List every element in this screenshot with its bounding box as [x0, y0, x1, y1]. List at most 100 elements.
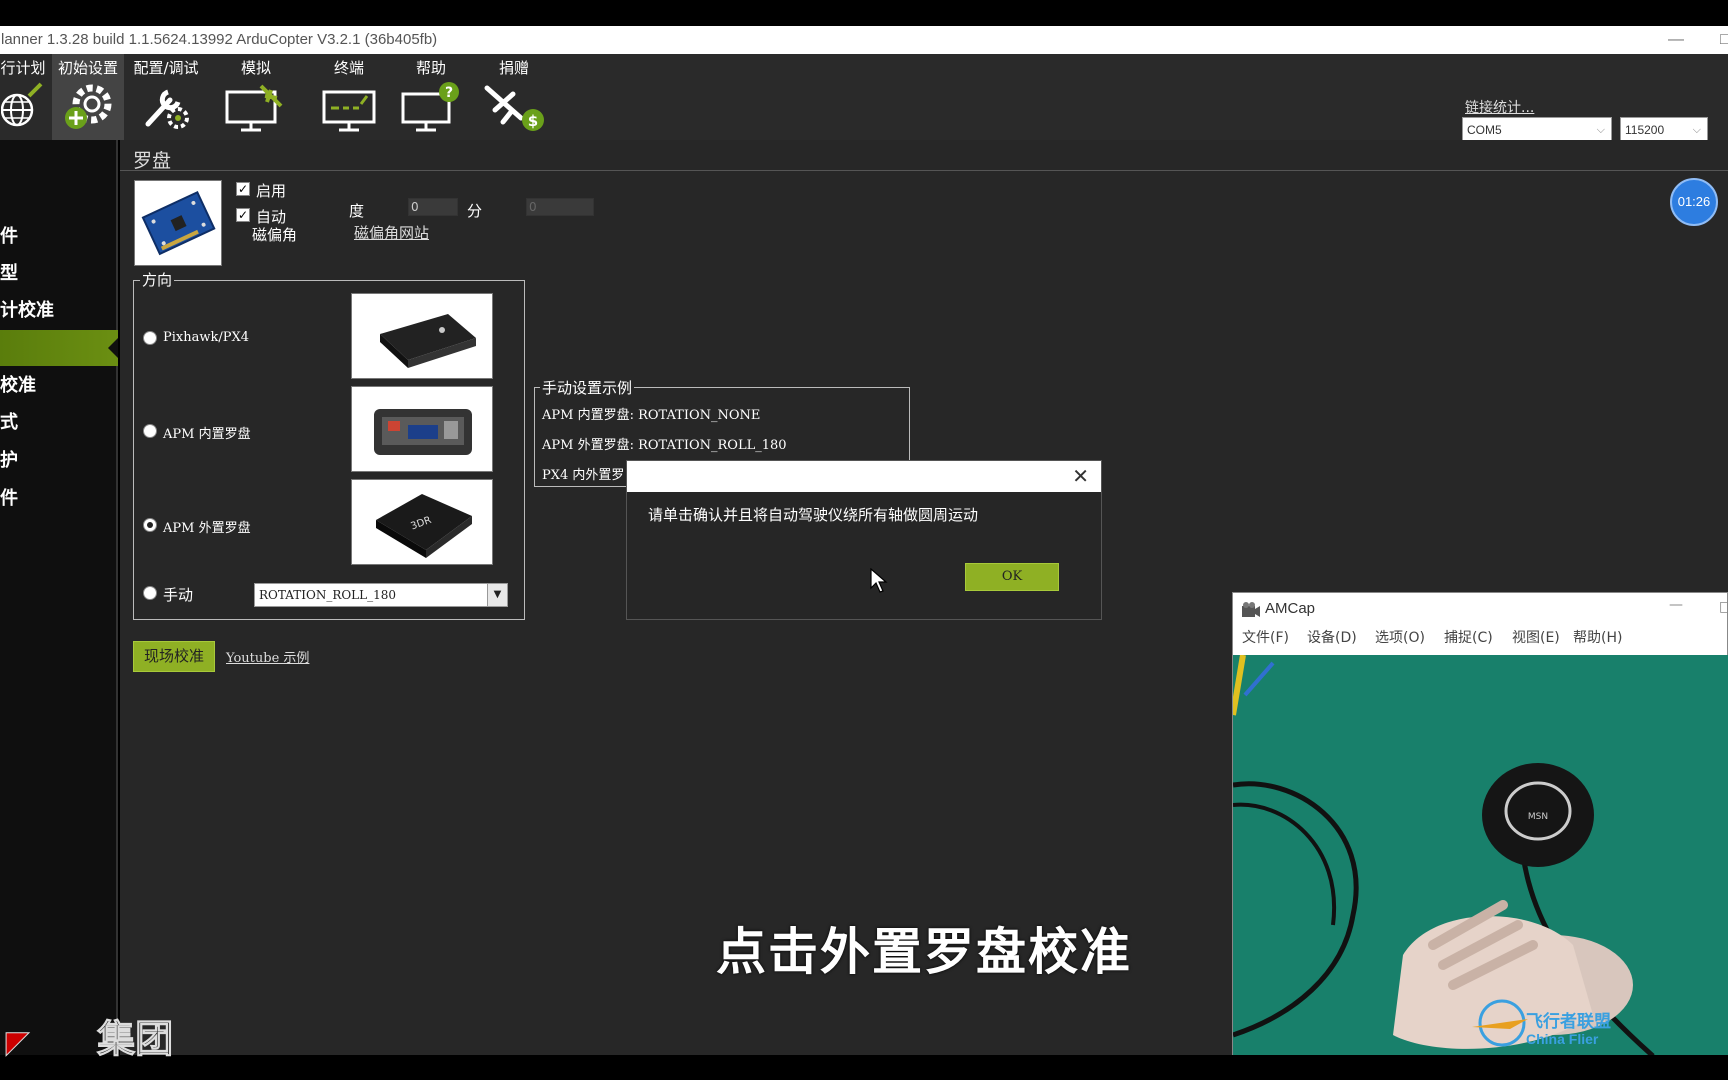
toolbar-simulation-label: 模拟 — [240, 59, 271, 77]
mouse-cursor-icon — [870, 568, 888, 593]
logo-text: 集团 — [97, 1017, 174, 1062]
window-title-bar: lanner 1.3.28 build 1.1.5624.13992 ArduC… — [0, 26, 1728, 54]
restore-button[interactable]: □ — [1720, 26, 1728, 54]
toolbar-donate[interactable]: 捐赠 $ — [478, 54, 550, 140]
dialog-title-bar: ✕ — [627, 461, 1101, 492]
orientation-apm-external-radio[interactable] — [143, 518, 157, 532]
pixhawk-image — [351, 293, 493, 379]
toolbar-flight-plan[interactable]: 行计划 — [0, 54, 46, 140]
com-port-select[interactable]: COM5 ⌵ — [1462, 117, 1612, 141]
orientation-pixhawk-radio[interactable] — [143, 331, 157, 345]
enable-label: 启用 — [256, 182, 287, 200]
config-tuning-wrench-icon — [145, 89, 189, 129]
close-icon[interactable]: ✕ — [1072, 464, 1089, 488]
minute-label: 分 — [467, 202, 483, 220]
page-title: 罗盘 — [133, 150, 172, 172]
toolbar-initial-setup[interactable]: 初始设置 — [52, 54, 124, 140]
gps-label: MSN — [1528, 812, 1548, 822]
video-subtitle: 点击外置罗盘校准 — [716, 923, 1132, 981]
recording-timer-badge: 01:26 — [1670, 178, 1718, 226]
link-stats-link[interactable]: 链接统计... — [1465, 97, 1534, 117]
amcap-menu-file[interactable]: 文件(F) — [1242, 627, 1289, 647]
amcap-menu-view[interactable]: 视图(E) — [1512, 627, 1560, 647]
orientation-apm-internal-label: APM 内置罗盘 — [163, 427, 251, 442]
toolbar-help[interactable]: 帮助 ? — [396, 54, 466, 140]
svg-text:?: ? — [445, 85, 453, 101]
youtube-example-link[interactable]: Youtube 示例 — [226, 647, 309, 666]
degree-input[interactable]: 0 — [408, 198, 458, 216]
apm-board-image — [351, 386, 493, 472]
amcap-maximize-button[interactable]: □ — [1719, 599, 1728, 615]
toolbar-config-tuning[interactable]: 配置/调试 — [128, 54, 204, 140]
enable-checkbox[interactable]: ✓ — [236, 182, 250, 196]
amcap-menu-options[interactable]: 选项(O) — [1375, 627, 1425, 647]
orientation-apm-internal-radio[interactable] — [143, 424, 157, 438]
amcap-window: AMCap — □ 文件(F) 设备(D) 选项(O) 捕捉(C) 视图(E) … — [1232, 592, 1728, 1056]
orientation-apm-external-label: APM 外置罗盘 — [163, 521, 251, 536]
camera-preview: MSN — [1233, 655, 1728, 1056]
auto-declination-checkbox[interactable]: ✓ — [236, 208, 250, 222]
ok-button[interactable]: OK — [965, 563, 1059, 591]
amcap-menu-bar: 文件(F) 设备(D) 选项(O) 捕捉(C) 视图(E) 帮助(H) — [1233, 625, 1727, 649]
degree-label: 度 — [349, 202, 365, 220]
window-title: lanner 1.3.28 build 1.1.5624.13992 ArduC… — [1, 31, 438, 48]
declination-label: 磁偏角 — [252, 226, 298, 244]
external-gps-image: 3DR — [351, 479, 493, 565]
amcap-title: AMCap — [1265, 600, 1316, 617]
sidebar-item-6[interactable]: 式 — [0, 408, 18, 434]
minimize-button[interactable]: — — [1668, 26, 1684, 54]
simulation-monitor-icon — [225, 84, 283, 132]
camera-frame-image: MSN — [1233, 655, 1728, 1056]
company-logo: ◤ 集团 — [5, 1008, 174, 1063]
terminal-monitor-icon — [322, 90, 376, 132]
toolbar-terminal[interactable]: 终端 — [312, 54, 386, 140]
toolbar-donate-label: 捐赠 — [498, 59, 529, 77]
sidebar-item-1[interactable]: 件 — [0, 222, 18, 248]
flight-plan-globe-icon — [1, 82, 43, 127]
manual-example-line-2: APM 外置罗盘: ROTATION_ROLL_180 — [542, 438, 787, 453]
sidebar-item-2[interactable]: 型 — [0, 259, 18, 285]
toolbar-terminal-label: 终端 — [333, 59, 364, 77]
sidebar-item-8[interactable]: 件 — [0, 484, 18, 510]
toolbar-help-label: 帮助 — [415, 59, 446, 77]
orientation-pixhawk-label: Pixhawk/PX4 — [163, 330, 250, 345]
declination-website-link[interactable]: 磁偏角网站 — [354, 222, 429, 243]
title-divider — [120, 170, 1728, 171]
com-port-value: COM5 — [1467, 123, 1502, 137]
amcap-menu-device[interactable]: 设备(D) — [1307, 627, 1357, 647]
toolbar-flight-plan-label: 行计划 — [0, 59, 46, 77]
sidebar-item-5[interactable]: 校准 — [0, 371, 36, 397]
baud-rate-select[interactable]: 115200 ⌵ — [1620, 117, 1708, 141]
svg-text:$: $ — [528, 112, 538, 130]
logo-mark-icon: ◤ — [5, 1025, 30, 1061]
bottom-letterbox — [0, 1055, 1728, 1080]
baud-rate-value: 115200 — [1625, 123, 1665, 137]
watermark-en: China Flier — [1526, 1031, 1599, 1047]
sidebar-item-active[interactable] — [0, 330, 118, 366]
flier-logo-icon — [1472, 999, 1528, 1047]
chevron-down-icon: ⌵ — [1692, 124, 1701, 136]
manual-example-title: 手动设置示例 — [540, 377, 635, 398]
orientation-group-title: 方向 — [140, 269, 175, 290]
amcap-minimize-button[interactable]: — — [1669, 597, 1683, 613]
manual-example-line-3: PX4 内外置罗 — [542, 468, 625, 483]
dialog-message: 请单击确认并且将自动驾驶仪绕所有轴做圆周运动 — [648, 506, 979, 524]
sidebar-item-3[interactable]: 计校准 — [0, 296, 54, 322]
toolbar-config-tuning-label: 配置/调试 — [133, 59, 199, 77]
amcap-menu-capture[interactable]: 捕捉(C) — [1444, 627, 1493, 647]
orientation-manual-label: 手动 — [163, 586, 194, 604]
minute-input[interactable]: 0 — [526, 198, 594, 216]
toolbar-initial-setup-label: 初始设置 — [57, 59, 118, 77]
donate-plane-icon: $ — [484, 85, 544, 131]
manual-example-line-1: APM 内置罗盘: ROTATION_NONE — [542, 408, 761, 423]
calibration-dialog: ✕ 请单击确认并且将自动驾驶仪绕所有轴做圆周运动 OK — [626, 460, 1102, 620]
dropdown-arrow-icon: ▼ — [487, 584, 507, 606]
sidebar-item-7[interactable]: 护 — [0, 446, 18, 472]
camera-icon — [1242, 602, 1260, 617]
amcap-menu-help[interactable]: 帮助(H) — [1573, 627, 1622, 647]
toolbar-simulation[interactable]: 模拟 — [218, 54, 294, 140]
orientation-manual-radio[interactable] — [143, 586, 157, 600]
onboard-calibration-button[interactable]: 现场校准 — [133, 641, 215, 672]
rotation-select[interactable]: ROTATION_ROLL_180 ▼ — [254, 583, 508, 607]
watermark: 飞行者联盟 China Flier — [1472, 999, 1611, 1047]
